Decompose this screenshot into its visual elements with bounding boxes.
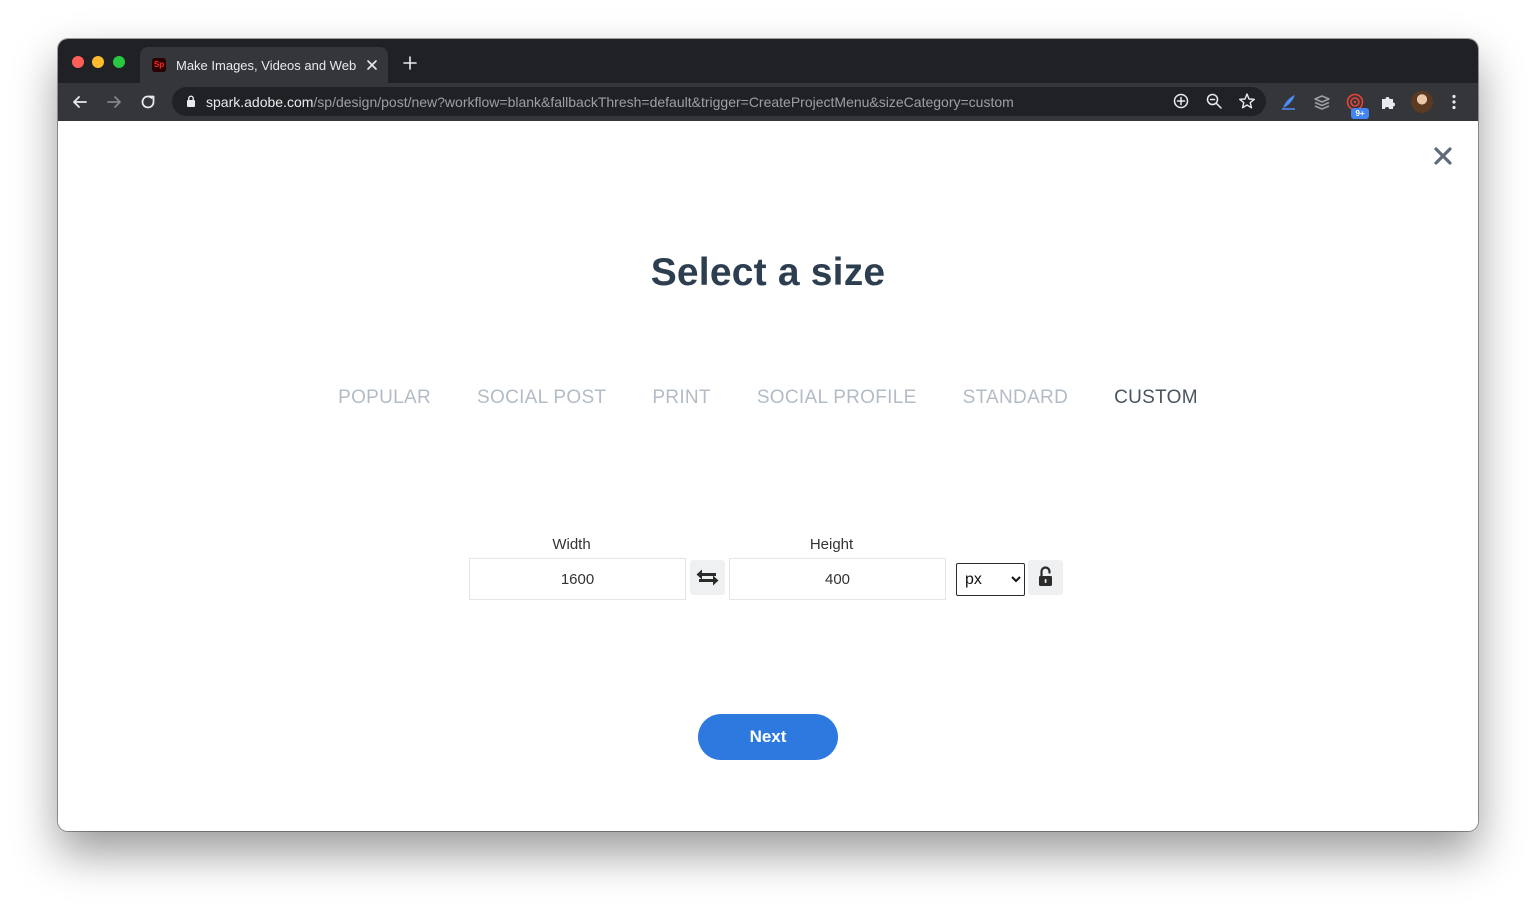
tab-social-profile[interactable]: SOCIAL PROFILE <box>757 383 917 413</box>
browser-toolbar: spark.adobe.com/sp/design/post/new?workf… <box>58 83 1478 121</box>
profile-avatar[interactable] <box>1411 91 1433 113</box>
tab-popular[interactable]: POPULAR <box>338 383 431 413</box>
tab-social-post[interactable]: SOCIAL POST <box>477 383 606 413</box>
address-bar[interactable]: spark.adobe.com/sp/design/post/new?workf… <box>172 87 1266 116</box>
url-host: spark.adobe.com <box>206 94 314 110</box>
zoom-icon[interactable] <box>1205 92 1223 110</box>
unlock-icon <box>1039 566 1052 586</box>
back-arrow-icon[interactable] <box>70 92 90 112</box>
close-icon[interactable] <box>1432 145 1454 167</box>
new-tab-icon[interactable] <box>402 55 418 71</box>
swap-dimensions-button[interactable] <box>690 560 725 595</box>
next-button[interactable]: Next <box>698 714 838 760</box>
browser-tab[interactable]: Sp Make Images, Videos and Web <box>140 47 388 83</box>
width-input[interactable] <box>469 558 686 600</box>
tab-title: Make Images, Videos and Web <box>176 58 357 73</box>
height-input[interactable] <box>729 558 946 600</box>
height-label: Height <box>809 536 854 553</box>
forward-arrow-icon[interactable] <box>104 92 124 112</box>
tab-strip: Sp Make Images, Videos and Web <box>58 39 1478 83</box>
extension-stack-icon[interactable] <box>1312 92 1332 112</box>
maximize-window-button[interactable] <box>113 56 125 68</box>
tab-custom[interactable]: CUSTOM <box>1114 383 1198 413</box>
swap-arrows-icon <box>696 569 719 586</box>
adobe-spark-favicon-icon: Sp <box>152 58 166 72</box>
width-label: Width <box>552 536 591 553</box>
reload-icon[interactable] <box>138 92 158 112</box>
tab-close-icon[interactable] <box>364 57 380 73</box>
aspect-lock-button[interactable] <box>1028 560 1063 595</box>
tab-standard[interactable]: STANDARD <box>963 383 1069 413</box>
extension-badge: 9+ <box>1351 108 1369 119</box>
extensions-puzzle-icon[interactable] <box>1378 92 1398 112</box>
url-text[interactable]: spark.adobe.com/sp/design/post/new?workf… <box>206 93 1166 111</box>
size-category-tabs: POPULAR SOCIAL POST PRINT SOCIAL PROFILE… <box>58 383 1478 413</box>
browser-window: Sp Make Images, Videos and Web spark.ado <box>58 39 1478 831</box>
lock-icon <box>187 95 195 107</box>
tab-print[interactable]: PRINT <box>652 383 711 413</box>
kebab-menu-icon[interactable] <box>1444 92 1464 112</box>
extension-feather-icon[interactable] <box>1279 92 1299 112</box>
minimize-window-button[interactable] <box>92 56 104 68</box>
install-app-icon[interactable] <box>1172 92 1190 110</box>
url-path: /sp/design/post/new?workflow=blank&fallb… <box>313 94 1014 110</box>
page-title: Select a size <box>650 251 886 294</box>
close-window-button[interactable] <box>72 56 84 68</box>
bookmark-star-icon[interactable] <box>1238 92 1256 110</box>
unit-select[interactable]: px <box>956 563 1025 596</box>
size-picker-page: Select a size POPULAR SOCIAL POST PRINT … <box>58 121 1478 831</box>
